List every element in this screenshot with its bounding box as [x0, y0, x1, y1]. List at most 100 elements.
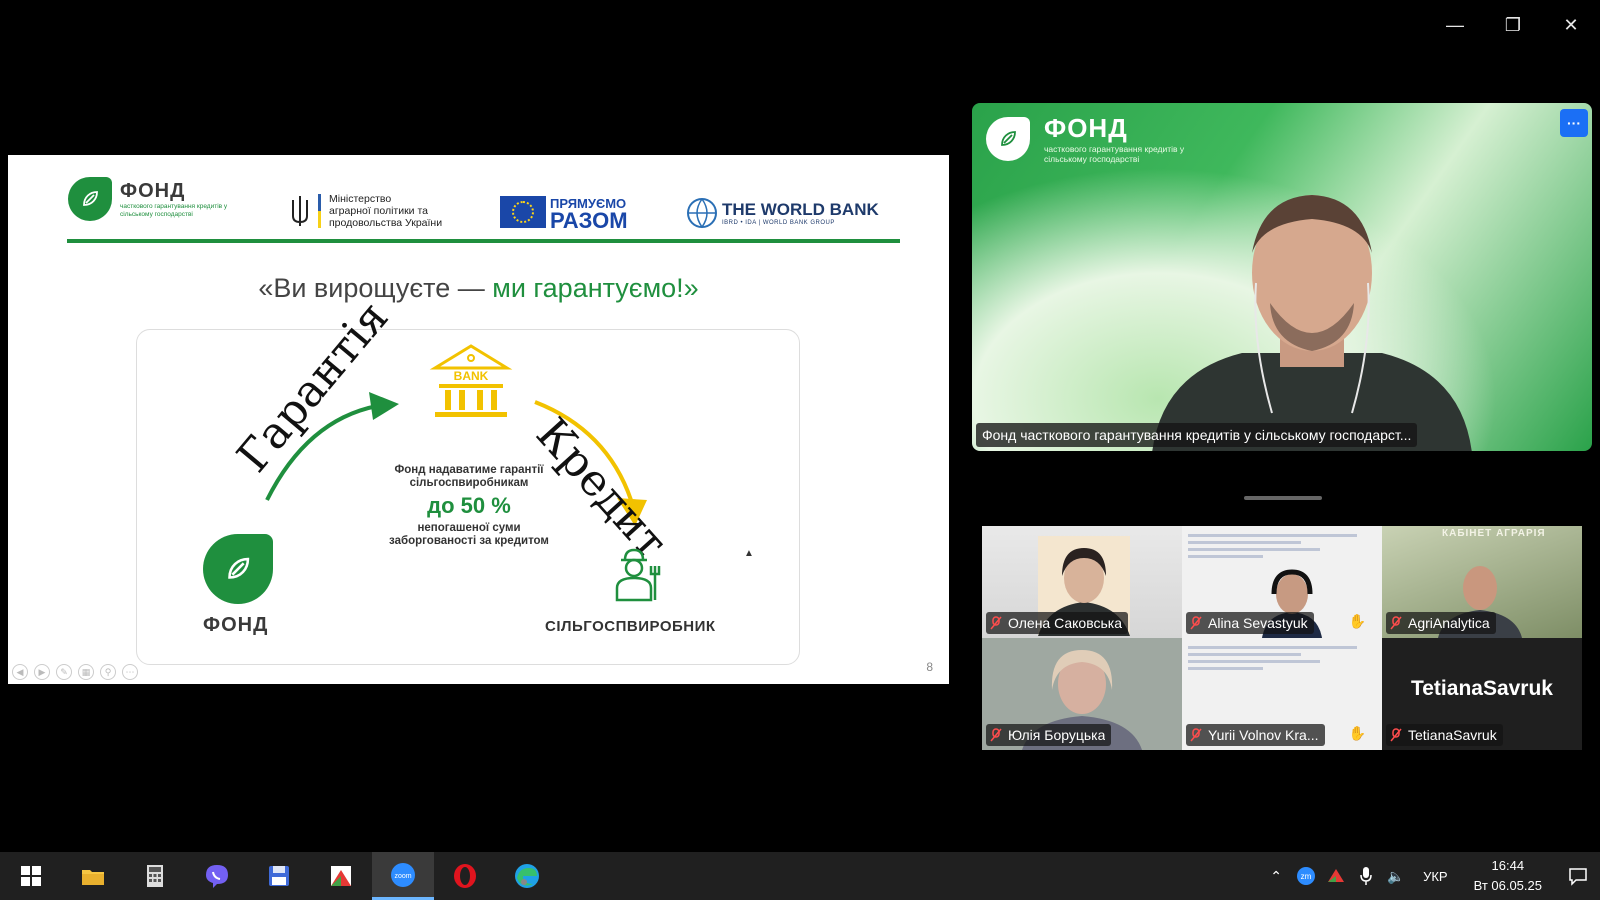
guarantee-description: Фонд надаватиме гарантії сільгоспвиробни…	[379, 464, 559, 548]
restore-button[interactable]: ❐	[1484, 8, 1542, 42]
desc-line3: непогашеної суми заборгованості за креди…	[389, 522, 549, 547]
slide-slogan: «Ви вирощуєте — ми гарантуємо!»	[8, 273, 949, 304]
more-options-button[interactable]: ···	[1560, 109, 1588, 137]
participant-name: Alina Sevastyuk	[1186, 612, 1314, 634]
grid-icon[interactable]: ▦	[78, 664, 94, 680]
raised-hand-icon: ✋	[1348, 725, 1366, 741]
fond-leaf-icon	[195, 524, 273, 604]
eu-logo: ПРЯМУЄМО РАЗОМ	[500, 195, 628, 233]
taskbar-save-app[interactable]	[248, 852, 310, 900]
pen-icon[interactable]: ✎	[56, 664, 72, 680]
taskbar-calculator[interactable]	[124, 852, 186, 900]
participant-tile[interactable]: ✋ Alina Sevastyuk	[1182, 526, 1382, 638]
clock-date: Вт 06.05.25	[1473, 878, 1542, 893]
leaf-logo-icon	[60, 167, 112, 221]
slogan-part2: ми гарантуємо!»	[492, 273, 699, 303]
minimize-button[interactable]: —	[1426, 8, 1484, 42]
eu-flag-icon	[500, 196, 546, 228]
fond-label: ФОНД	[203, 614, 269, 636]
notification-icon	[1569, 868, 1587, 886]
zoom-tray-icon[interactable]: zm	[1291, 852, 1321, 900]
clock[interactable]: 16:44 Вт 06.05.25	[1460, 856, 1556, 896]
windows-icon	[21, 866, 41, 886]
slide-divider	[67, 239, 900, 243]
ministry-text-3: продовольства України	[329, 217, 443, 229]
input-language[interactable]: УКР	[1411, 869, 1460, 884]
zoom-icon[interactable]: ⚲	[100, 664, 116, 680]
speaker-background-logo: ФОНД часткового гарантування кредитів у …	[986, 113, 1204, 164]
participant-tile[interactable]: Олена Саковська	[982, 526, 1182, 638]
eu-logo-line2: РАЗОМ	[550, 208, 628, 233]
svg-text:zoom: zoom	[394, 873, 411, 880]
guarantee-diagram: BANK Гарантія Кредит Фонд надаватиме гар…	[136, 292, 800, 665]
participant-tile[interactable]: TetianaSavruk TetianaSavruk	[1382, 638, 1582, 750]
muted-mic-icon	[990, 616, 1002, 630]
shared-slide: ФОНД часткового гарантування кредитів у …	[8, 155, 949, 684]
participants-grid: Олена Саковська ✋ Alina Sevastyuk КАБІНЕ…	[982, 526, 1582, 750]
desc-percent: до 50 %	[427, 493, 511, 518]
raised-hand-icon: ✋	[1348, 613, 1366, 629]
taskbar-explorer[interactable]	[62, 852, 124, 900]
participant-tile[interactable]: ✋ Yurii Volnov Kra...	[1182, 638, 1382, 750]
notifications-button[interactable]	[1556, 852, 1600, 900]
zoom-icon: zoom	[391, 862, 415, 887]
ministry-logo: Міністерство аграрної політики та продов…	[290, 193, 442, 229]
speaker-video[interactable]: ФОНД часткового гарантування кредитів у …	[972, 103, 1592, 451]
prev-slide-icon[interactable]: ◀	[12, 664, 28, 680]
slide-logos: ФОНД часткового гарантування кредитів у …	[60, 167, 908, 243]
speaker-person	[1152, 195, 1472, 451]
muted-mic-icon	[1190, 616, 1202, 630]
fond-logo: ФОНД часткового гарантування кредитів у …	[60, 167, 235, 221]
start-button[interactable]	[0, 852, 62, 900]
show-hidden-icons-button[interactable]: ⌃	[1261, 852, 1291, 900]
taskbar: zoom ⌃ zm 🔈 УКР 16:44 Вт 06.05.25	[0, 852, 1600, 900]
taskbar-zoom[interactable]: zoom	[372, 852, 434, 900]
speaker-logo-title: ФОНД	[1044, 113, 1128, 143]
ministry-color-bar	[318, 194, 321, 228]
microphone-tray-icon[interactable]	[1351, 852, 1381, 900]
window-controls: — ❐ ✕	[1426, 8, 1600, 42]
muted-mic-icon	[1390, 728, 1402, 742]
worldbank-logo: THE WORLD BANK IBRD • IDA | WORLD BANK G…	[686, 197, 879, 229]
taskbar-opera[interactable]	[434, 852, 496, 900]
participant-tile[interactable]: КАБІНЕТ АГРАРІЯ AgriAnalytica	[1382, 526, 1582, 638]
folder-icon	[82, 870, 104, 885]
muted-mic-icon	[1190, 728, 1202, 742]
participant-name: Yurii Volnov Kra...	[1186, 724, 1325, 746]
slide-toolbar: ◀ ▶ ✎ ▦ ⚲ ⋯	[12, 664, 138, 680]
mouse-cursor-icon: ▲	[744, 548, 754, 559]
muted-mic-icon	[990, 728, 1002, 742]
trident-icon	[292, 196, 308, 226]
muted-mic-icon	[1390, 616, 1402, 630]
farmer-icon	[615, 548, 661, 602]
worldbank-line2: IBRD • IDA | WORLD BANK GROUP	[722, 220, 835, 226]
ministry-text-1: Міністерство	[329, 193, 392, 205]
edge-icon	[515, 864, 539, 888]
desc-line1: Фонд надаватиме гарантії сільгоспвиробни…	[394, 464, 544, 489]
participant-name: Олена Саковська	[986, 612, 1129, 634]
globe-icon	[687, 198, 717, 229]
clock-time: 16:44	[1491, 858, 1525, 873]
participant-name: TetianaSavruk	[1386, 724, 1503, 746]
system-tray: ⌃ zm 🔈 УКР 16:44 Вт 06.05.25	[1261, 852, 1600, 900]
taskbar-viber[interactable]	[186, 852, 248, 900]
ministry-text-2: аграрної політики та	[329, 205, 428, 217]
speaker-volume-icon[interactable]: 🔈	[1381, 852, 1411, 900]
participant-name: AgriAnalytica	[1386, 612, 1496, 634]
next-slide-icon[interactable]: ▶	[34, 664, 50, 680]
bank-icon: BANK	[429, 344, 513, 417]
panel-resize-handle[interactable]	[1244, 496, 1322, 500]
opera-icon	[454, 864, 476, 888]
farmer-label: СІЛЬГОСПВИРОБНИК	[545, 618, 716, 635]
fond-logo-title: ФОНД	[120, 179, 186, 202]
close-button[interactable]: ✕	[1542, 8, 1600, 42]
drive-tray-icon[interactable]	[1321, 852, 1351, 900]
worldbank-line1: THE WORLD BANK	[722, 200, 879, 219]
participant-tile[interactable]: Юлія Боруцька	[982, 638, 1182, 750]
taskbar-edge[interactable]	[496, 852, 558, 900]
taskbar-foxit[interactable]	[310, 852, 372, 900]
participant-name: Юлія Боруцька	[986, 724, 1112, 746]
agrarian-poster-title: КАБІНЕТ АГРАРІЯ	[1442, 528, 1546, 539]
webinar-poster	[1188, 642, 1376, 706]
more-icon[interactable]: ⋯	[122, 664, 138, 680]
